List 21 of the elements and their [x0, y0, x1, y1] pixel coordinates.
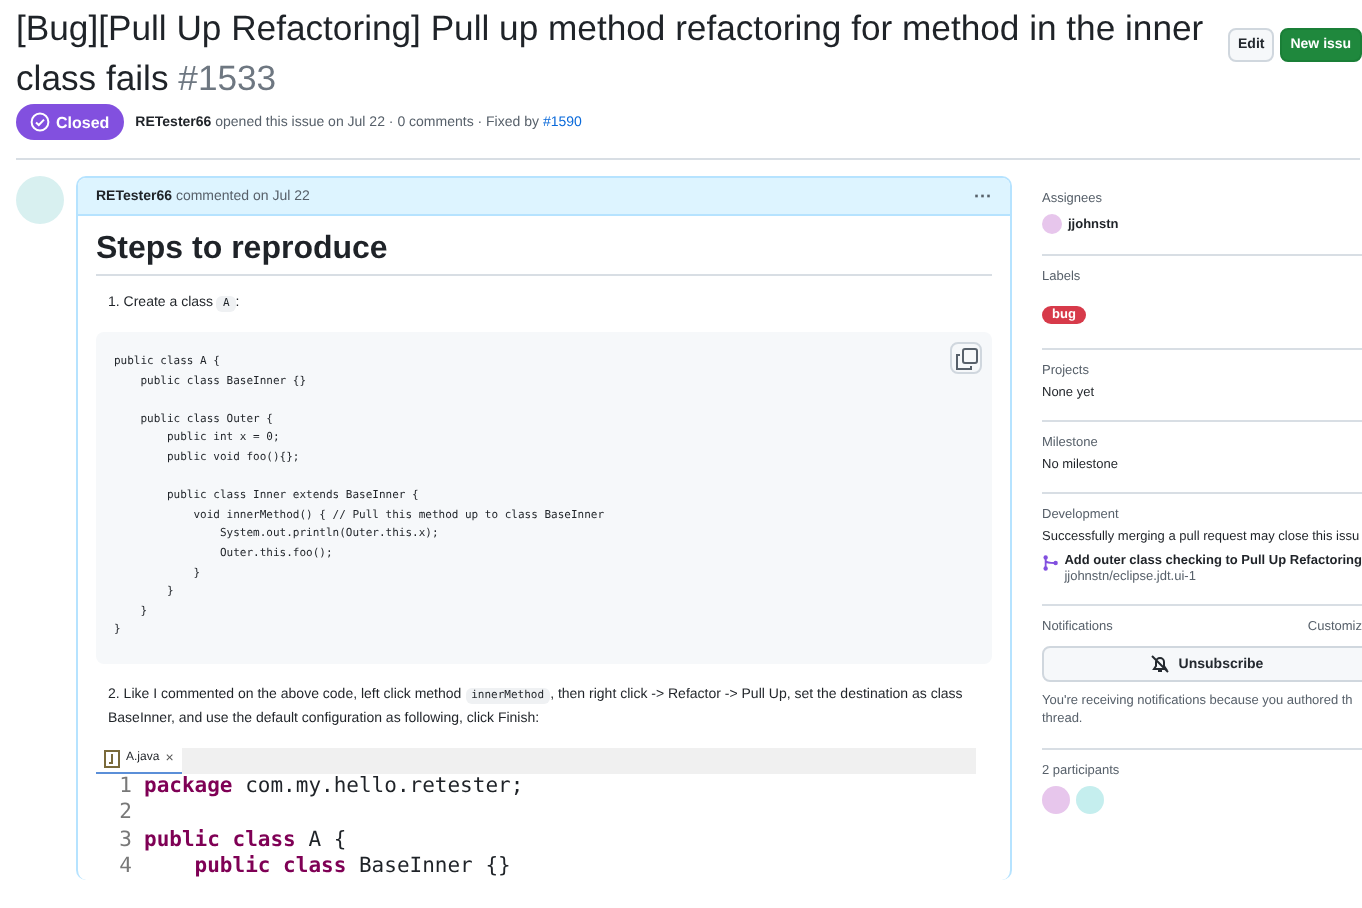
line-number: 4 — [117, 853, 132, 881]
copy-button[interactable] — [950, 342, 982, 374]
participant-avatar[interactable] — [1076, 786, 1104, 814]
line-number: 2 — [117, 800, 132, 827]
copy-icon — [955, 347, 977, 369]
bell-slash-icon — [1150, 654, 1171, 674]
state-label: Closed — [56, 113, 110, 131]
issue-title: [Bug][Pull Up Refactoring] Pull up method refactoring for method in the inner class fails #1533 — [16, 6, 1206, 102]
more-options-button[interactable]: ··· — [974, 186, 992, 206]
merge-icon — [1042, 554, 1059, 572]
java-file-icon — [104, 749, 120, 768]
source-line: package com.my.hello.retester; — [144, 773, 524, 801]
comment-heading: Steps to reproduce — [96, 232, 992, 276]
user-avatar — [1042, 214, 1062, 234]
avatar — [16, 176, 64, 224]
line-number: 1 — [117, 773, 132, 801]
check-circle-icon — [30, 112, 50, 132]
participant-avatar[interactable] — [1042, 786, 1070, 814]
line-number: 3 — [117, 827, 132, 854]
source-line: public class BaseInner {} — [192, 853, 511, 881]
source-line: public class A { — [144, 827, 347, 854]
